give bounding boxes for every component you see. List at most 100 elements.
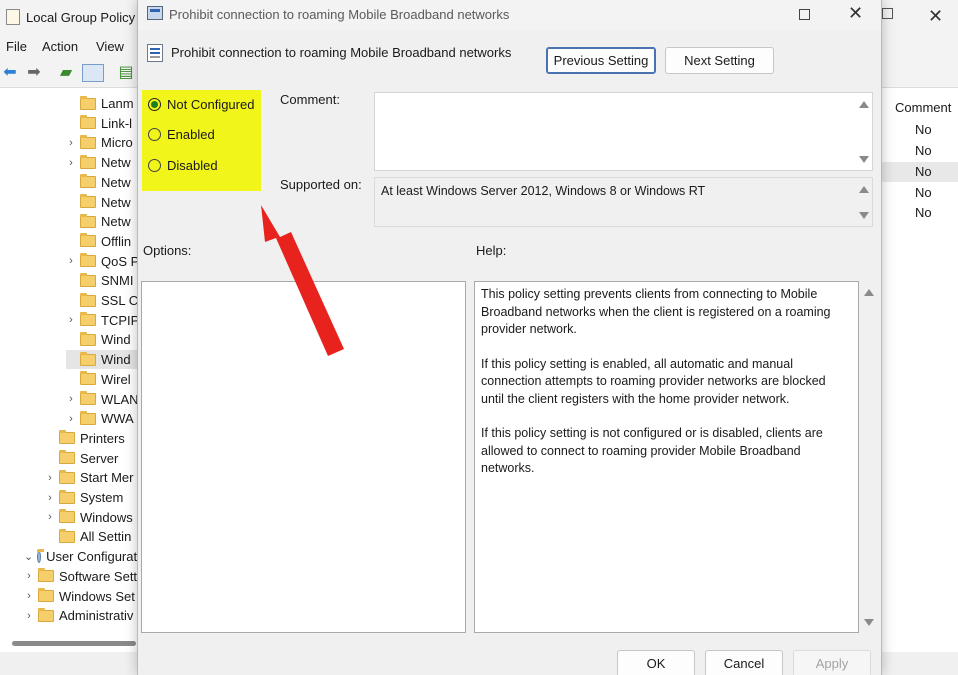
group-policy-icon bbox=[6, 9, 20, 25]
folder-icon bbox=[80, 292, 96, 307]
policy-setting-dialog: Prohibit connection to roaming Mobile Br… bbox=[137, 0, 882, 675]
scroll-up-icon[interactable] bbox=[864, 289, 874, 296]
folder-icon bbox=[80, 312, 96, 327]
scroll-up-icon[interactable] bbox=[859, 101, 869, 108]
tree-item[interactable]: › TCPIP bbox=[66, 311, 140, 330]
tree-item[interactable]: SSL C bbox=[66, 291, 140, 310]
comment-cell: No bbox=[915, 185, 932, 200]
scroll-down-icon[interactable] bbox=[859, 156, 869, 163]
help-label: Help: bbox=[476, 243, 507, 258]
mmc-maximize-icon[interactable] bbox=[882, 8, 893, 19]
chevron-right-icon[interactable]: › bbox=[45, 492, 55, 504]
comment-scrollbar[interactable] bbox=[856, 93, 872, 170]
folder-icon bbox=[59, 430, 75, 445]
scroll-up-icon[interactable] bbox=[859, 186, 869, 193]
scroll-down-icon[interactable] bbox=[859, 212, 869, 219]
show-hide-tree-icon[interactable] bbox=[82, 64, 104, 82]
comment-column-header[interactable]: Comment bbox=[895, 100, 951, 115]
tree-item-label: WWA bbox=[101, 411, 134, 427]
menu-action[interactable]: Action bbox=[42, 39, 78, 54]
forward-arrow-icon[interactable]: ➡ bbox=[24, 64, 44, 82]
help-scrollbar[interactable] bbox=[861, 281, 877, 633]
tree-item[interactable]: Netw bbox=[66, 193, 140, 212]
tree-item[interactable]: › Windows bbox=[45, 508, 140, 527]
up-folder-icon[interactable]: ▰ bbox=[56, 64, 76, 82]
tree-item[interactable]: Wind bbox=[66, 350, 140, 370]
back-arrow-icon[interactable]: ⬅ bbox=[0, 64, 20, 82]
tree-item[interactable]: Wirel bbox=[66, 370, 140, 389]
chevron-right-icon[interactable]: › bbox=[24, 610, 34, 622]
tree-item[interactable]: › System bbox=[45, 488, 140, 507]
tree-item[interactable]: ⌄ User Configurati bbox=[24, 547, 140, 566]
tree-item[interactable]: › Micro bbox=[66, 133, 140, 152]
radio-disabled[interactable]: Disabled bbox=[148, 155, 218, 175]
maximize-icon[interactable] bbox=[799, 9, 810, 20]
tree-item[interactable]: › Start Mer bbox=[45, 468, 140, 487]
list-row[interactable]: No bbox=[880, 162, 958, 182]
tree-item[interactable]: › WWA bbox=[66, 409, 140, 428]
tree-item[interactable]: SNMI bbox=[66, 271, 140, 290]
next-setting-button[interactable]: Next Setting bbox=[665, 47, 774, 74]
list-row[interactable]: No bbox=[880, 141, 958, 161]
previous-setting-button[interactable]: Previous Setting bbox=[546, 47, 656, 74]
supported-scrollbar[interactable] bbox=[856, 178, 872, 226]
tree-item[interactable]: › Windows Set bbox=[24, 587, 140, 606]
tree-item[interactable]: Link-l bbox=[66, 114, 140, 133]
apply-button[interactable]: Apply bbox=[793, 650, 871, 675]
tree-item-label: Netw bbox=[101, 174, 131, 190]
tree-item[interactable]: › Software Setti bbox=[24, 567, 140, 586]
tree-item-label: TCPIP bbox=[101, 312, 140, 328]
chevron-right-icon[interactable]: › bbox=[24, 590, 34, 602]
radio-button-icon[interactable] bbox=[148, 97, 161, 111]
radio-label: Disabled bbox=[167, 157, 218, 173]
tree-item[interactable]: Offlin bbox=[66, 232, 140, 251]
tree-item[interactable]: Lanm bbox=[66, 94, 140, 113]
chevron-right-icon[interactable]: › bbox=[66, 255, 76, 267]
tree-item[interactable]: Printers bbox=[45, 429, 140, 448]
close-icon[interactable]: ✕ bbox=[848, 3, 863, 24]
chevron-right-icon[interactable]: › bbox=[24, 570, 34, 582]
list-row[interactable]: No bbox=[880, 183, 958, 203]
tree-item-label: Offlin bbox=[101, 233, 132, 249]
chevron-right-icon[interactable]: › bbox=[66, 137, 76, 149]
tree-item[interactable]: › QoS P bbox=[66, 252, 140, 271]
tree-item[interactable]: › Administrativ bbox=[24, 606, 140, 625]
chevron-right-icon[interactable]: › bbox=[45, 511, 55, 523]
help-panel: This policy setting prevents clients fro… bbox=[474, 281, 859, 633]
radio-button-icon[interactable] bbox=[148, 127, 161, 141]
comment-cell: No bbox=[915, 143, 932, 158]
tree-item[interactable]: Netw bbox=[66, 212, 140, 231]
chevron-right-icon[interactable]: › bbox=[66, 413, 76, 425]
tree-item[interactable]: Netw bbox=[66, 173, 140, 192]
scroll-down-icon[interactable] bbox=[864, 619, 874, 626]
folder-icon bbox=[59, 469, 75, 484]
cancel-button[interactable]: Cancel bbox=[705, 650, 783, 675]
list-row[interactable]: No bbox=[880, 203, 958, 223]
options-label: Options: bbox=[143, 243, 192, 258]
chevron-right-icon[interactable]: › bbox=[66, 157, 76, 169]
tree-item-label: Server bbox=[80, 450, 119, 466]
tree-item[interactable]: › WLAN bbox=[66, 390, 140, 409]
chevron-right-icon[interactable]: › bbox=[45, 472, 55, 484]
radio-not-configured[interactable]: Not Configured bbox=[148, 94, 254, 114]
menu-file[interactable]: File bbox=[6, 39, 27, 54]
radio-enabled[interactable]: Enabled bbox=[148, 124, 215, 144]
chevron-down-icon[interactable]: ⌄ bbox=[24, 550, 33, 563]
tree-item[interactable]: › Netw bbox=[66, 153, 140, 172]
folder-icon bbox=[80, 115, 96, 130]
list-row[interactable]: No bbox=[880, 120, 958, 140]
folder-icon bbox=[59, 509, 75, 524]
ok-button[interactable]: OK bbox=[617, 650, 695, 675]
chevron-right-icon[interactable]: › bbox=[66, 314, 76, 326]
chevron-right-icon[interactable]: › bbox=[66, 393, 76, 405]
tree-item-label: Windows bbox=[80, 509, 133, 525]
tree-item[interactable]: Wind bbox=[66, 330, 140, 349]
mmc-close-icon[interactable]: ✕ bbox=[928, 6, 943, 27]
tree-item[interactable]: All Settin bbox=[45, 527, 140, 546]
comment-field[interactable] bbox=[374, 92, 873, 171]
horizontal-scrollbar-thumb[interactable] bbox=[12, 641, 136, 646]
tree-item[interactable]: Server bbox=[45, 449, 140, 468]
menu-view[interactable]: View bbox=[96, 39, 124, 54]
export-list-icon[interactable]: ▤ bbox=[116, 64, 136, 82]
radio-button-icon[interactable] bbox=[148, 158, 161, 172]
